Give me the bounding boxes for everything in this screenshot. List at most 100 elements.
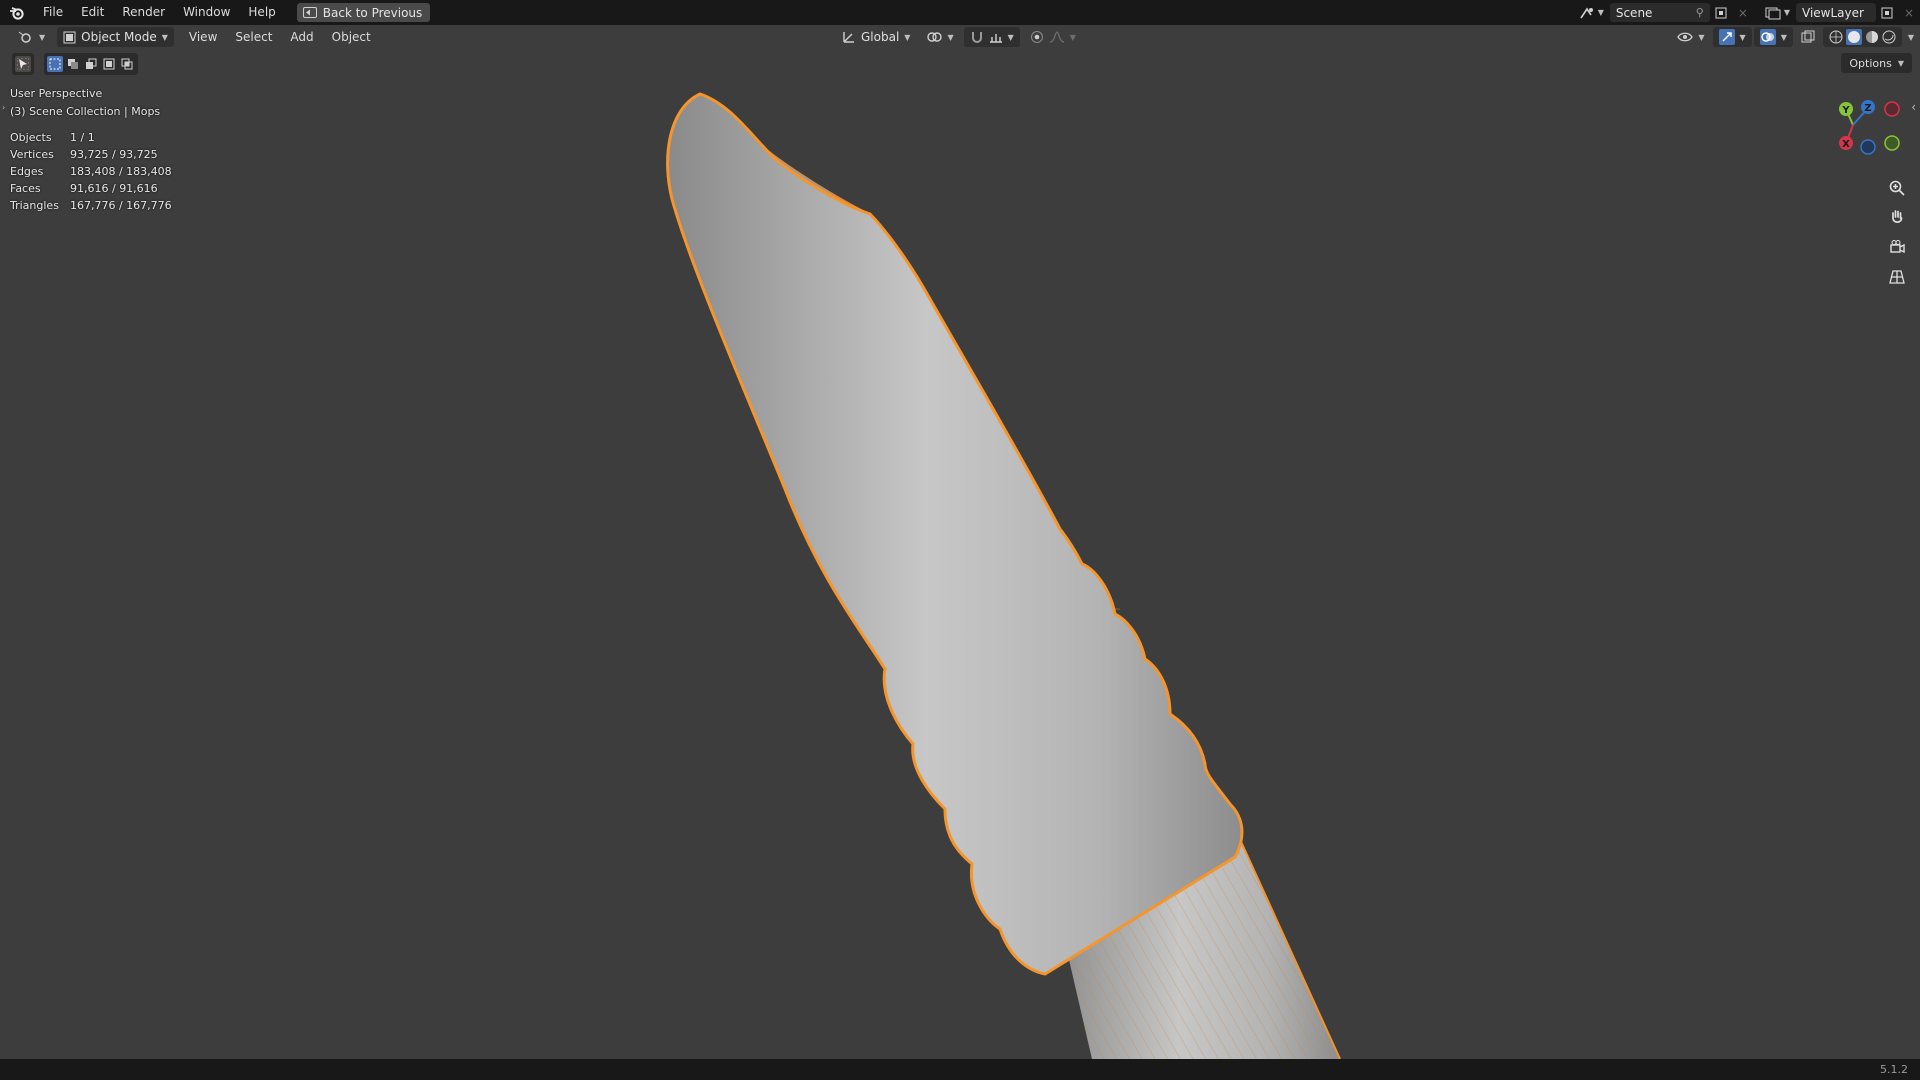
object-mode-icon [63,31,76,43]
menu-edit[interactable]: Edit [72,0,113,25]
overlays-icon [1759,29,1776,45]
scene-statistics: Objects 1 / 1 Vertices 93,725 / 93,725 Edg… [10,129,172,214]
gizmo-neg-y-axis[interactable] [1884,135,1900,151]
view-layer-field[interactable]: ViewLayer [1796,3,1876,22]
menu-help[interactable]: Help [239,0,284,25]
snap-increment-icon [989,34,1002,43]
chevron-down-icon: ▼ [1069,32,1076,42]
options-label: Options [1849,56,1892,70]
menu-render[interactable]: Render [113,0,174,25]
camera-view-icon[interactable] [1884,234,1910,260]
solid-shading-icon[interactable] [1845,29,1862,45]
navigation-gizmo[interactable]: Y Z X [1820,95,1905,165]
stat-label: Triangles [10,199,59,212]
collection-path: (3) Scene Collection | Mops [10,105,161,118]
transform-tools: Global ▼ ▼ ▼ ▼ [836,27,1082,47]
menu-view[interactable]: View [180,30,226,44]
status-bar: 5.1.2 [0,1059,1920,1080]
options-dropdown[interactable]: Options ▼ [1841,53,1912,73]
object-visibility-dropdown[interactable]: ▼ [1671,27,1710,47]
viewport-3d[interactable] [0,49,1920,1059]
stat-value: 1 / 1 [70,131,95,144]
stat-row: Faces 91,616 / 91,616 [10,180,172,197]
viewport-text-overlay: User Perspective (3) Scene Collection | … [10,85,172,214]
chevron-down-icon: ▼ [947,32,954,42]
xray-toggle[interactable] [1795,27,1821,47]
back-to-previous-button[interactable]: Back to Previous [296,3,431,22]
view-name: User Perspective [10,87,103,100]
scene-name: Scene [1615,5,1653,20]
rendered-shading-icon[interactable] [1882,30,1896,44]
chevron-down-icon[interactable]: ▼ [1908,33,1914,42]
scene-selector-icon[interactable] [1576,3,1598,22]
chevron-down-icon: ▼ [1739,32,1746,42]
new-scene-icon[interactable] [1710,3,1732,22]
blender-logo-icon[interactable] [0,0,34,25]
version-label: 5.1.2 [1880,1063,1908,1076]
gizmo-z-label: Z [1864,103,1871,114]
tool-row [12,53,138,75]
new-view-layer-icon[interactable] [1876,3,1898,22]
collapse-arrow-icon[interactable]: › [2,103,5,112]
pivot-icon [927,32,943,42]
snap-toggle[interactable]: ▼ [963,27,1020,47]
transform-orientation-dropdown[interactable]: Global ▼ [836,27,916,47]
gizmo-icon [1718,29,1735,45]
view-layer-icon[interactable] [1762,3,1784,22]
select-invert-icon[interactable] [101,56,117,72]
pin-icon[interactable]: ⚲ [1696,6,1704,19]
magnet-icon [971,32,982,43]
select-new-icon[interactable] [47,56,63,72]
wireframe-shading-icon[interactable] [1829,30,1843,44]
falloff-icon [1049,31,1064,43]
transform-orientation-label: Global [861,30,900,44]
perspective-grid-icon[interactable] [1884,264,1910,290]
object-mode-dropdown[interactable]: Object Mode ▼ [57,27,174,47]
proportional-editing-toggle[interactable]: ▼ [1024,27,1082,47]
stat-label: Faces [10,182,41,195]
stat-row: Objects 1 / 1 [10,129,172,146]
editor-type-selector[interactable]: ▼ [12,27,51,47]
select-intersect-icon[interactable] [119,56,135,72]
chevron-down-icon[interactable]: ▼ [1598,8,1604,17]
mesh-mop-head[interactable] [666,92,1244,976]
gizmo-x-label: X [1842,139,1850,150]
eye-icon [1677,32,1694,42]
scene-field[interactable]: Scene ⚲ [1609,3,1710,22]
stat-label: Vertices [10,148,54,161]
gizmo-toggle[interactable]: ▼ [1712,27,1752,47]
gizmo-neg-x-axis[interactable] [1884,101,1900,117]
menu-window[interactable]: Window [174,0,239,25]
overlays-toggle[interactable]: ▼ [1753,27,1793,47]
proportional-edit-icon [1030,31,1043,43]
remove-view-layer-icon[interactable]: × [1898,3,1920,22]
orientation-icon [843,32,854,43]
top-menu-bar: File Edit Render Window Help Back to Pre… [0,0,1920,25]
pivot-point-dropdown[interactable]: ▼ [920,27,959,47]
menu-object[interactable]: Object [323,30,380,44]
chevron-down-icon: ▼ [1897,58,1904,68]
select-tool[interactable] [12,53,34,75]
cursor-select-icon[interactable] [15,56,31,72]
window-back-icon [302,7,317,18]
material-shading-icon[interactable] [1865,30,1879,44]
gizmo-neg-z-axis[interactable] [1860,139,1876,155]
viewport-header-right: ▼ ▼ ▼ ▼ [1671,27,1914,47]
menu-file[interactable]: File [34,0,72,25]
chevron-down-icon: ▼ [1698,32,1705,42]
select-extend-icon[interactable] [65,56,81,72]
menu-add[interactable]: Add [281,30,322,44]
chevron-down-icon[interactable]: ▼ [1784,8,1790,17]
select-subtract-icon[interactable] [83,56,99,72]
selection-mode-buttons [44,53,138,75]
stat-value: 93,725 / 93,725 [70,148,158,161]
zoom-icon[interactable] [1884,175,1910,201]
pan-hand-icon[interactable] [1884,204,1910,230]
menu-select[interactable]: Select [226,30,281,44]
chevron-down-icon: ▼ [904,32,911,42]
xray-icon [1801,30,1815,43]
shading-mode-buttons[interactable] [1822,27,1902,47]
sidebar-toggle-arrow-icon[interactable]: ‹ [1911,100,1916,114]
chevron-down-icon: ▼ [161,32,168,42]
remove-scene-icon[interactable]: × [1732,3,1754,22]
